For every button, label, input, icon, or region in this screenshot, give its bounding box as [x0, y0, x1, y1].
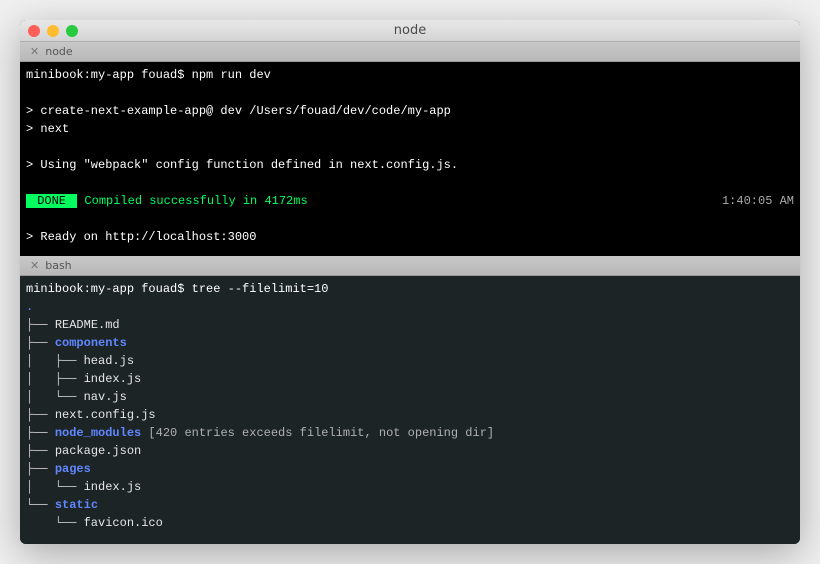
output-line: [26, 84, 794, 102]
close-icon[interactable]: ✕: [30, 259, 39, 272]
terminal-window: node ✕ node minibook:my-app fouad$ npm r…: [20, 20, 800, 544]
dir-components: components: [55, 336, 127, 350]
tree-line: └── static: [26, 496, 794, 514]
tree-line: │ ├── head.js: [26, 352, 794, 370]
tab-label: node: [45, 45, 72, 58]
dir-node-modules: node_modules: [55, 426, 141, 440]
tab-bash[interactable]: ✕ bash: [20, 256, 82, 275]
done-message: Compiled successfully in 4172ms: [84, 194, 307, 208]
output-line: [26, 210, 794, 228]
close-icon[interactable]: [28, 25, 40, 37]
prompt-text: minibook:my-app fouad$: [26, 282, 192, 296]
dir-pages: pages: [55, 462, 91, 476]
status-line: DONE Compiled successfully in 4172ms 1:40…: [26, 192, 794, 210]
tree-line: ├── pages: [26, 460, 794, 478]
titlebar[interactable]: node: [20, 20, 800, 42]
tree-line: ├── components: [26, 334, 794, 352]
tree-line: │ ├── index.js: [26, 370, 794, 388]
close-icon[interactable]: ✕: [30, 45, 39, 58]
prompt-line: minibook:my-app fouad$ npm run dev: [26, 66, 794, 84]
minimize-icon[interactable]: [47, 25, 59, 37]
tab-label: bash: [45, 259, 71, 272]
output-line: > Ready on http://localhost:3000: [26, 228, 794, 246]
timestamp: 1:40:05 AM: [722, 192, 794, 210]
output-line: > next: [26, 120, 794, 138]
traffic-lights: [28, 25, 78, 37]
tree-line: ├── package.json: [26, 442, 794, 460]
command-text: tree --filelimit=10: [192, 282, 329, 296]
tree-line: │ └── index.js: [26, 478, 794, 496]
tab-node[interactable]: ✕ node: [20, 42, 83, 61]
window-title: node: [20, 23, 800, 38]
tree-line: │ └── nav.js: [26, 388, 794, 406]
tree-line: ├── README.md: [26, 316, 794, 334]
dir-static: static: [55, 498, 98, 512]
tab-bar-bottom: ✕ bash: [20, 256, 800, 276]
terminal-pane-bottom[interactable]: minibook:my-app fouad$ tree --filelimit=…: [20, 276, 800, 544]
output-line: > create-next-example-app@ dev /Users/fo…: [26, 102, 794, 120]
maximize-icon[interactable]: [66, 25, 78, 37]
command-text: npm run dev: [192, 68, 271, 82]
tree-line: ├── node_modules [420 entries exceeds fi…: [26, 424, 794, 442]
output-line: [26, 138, 794, 156]
tree-line: └── favicon.ico: [26, 514, 794, 532]
tree-root: .: [26, 298, 794, 316]
prompt-text: minibook:my-app fouad$: [26, 68, 192, 82]
tab-bar-top: ✕ node: [20, 42, 800, 62]
prompt-line: minibook:my-app fouad$ tree --filelimit=…: [26, 280, 794, 298]
terminal-pane-top[interactable]: minibook:my-app fouad$ npm run dev > cre…: [20, 62, 800, 256]
tree-line: ├── next.config.js: [26, 406, 794, 424]
done-badge: DONE: [26, 194, 77, 208]
output-line: > Using "webpack" config function define…: [26, 156, 794, 174]
output-line: [26, 174, 794, 192]
